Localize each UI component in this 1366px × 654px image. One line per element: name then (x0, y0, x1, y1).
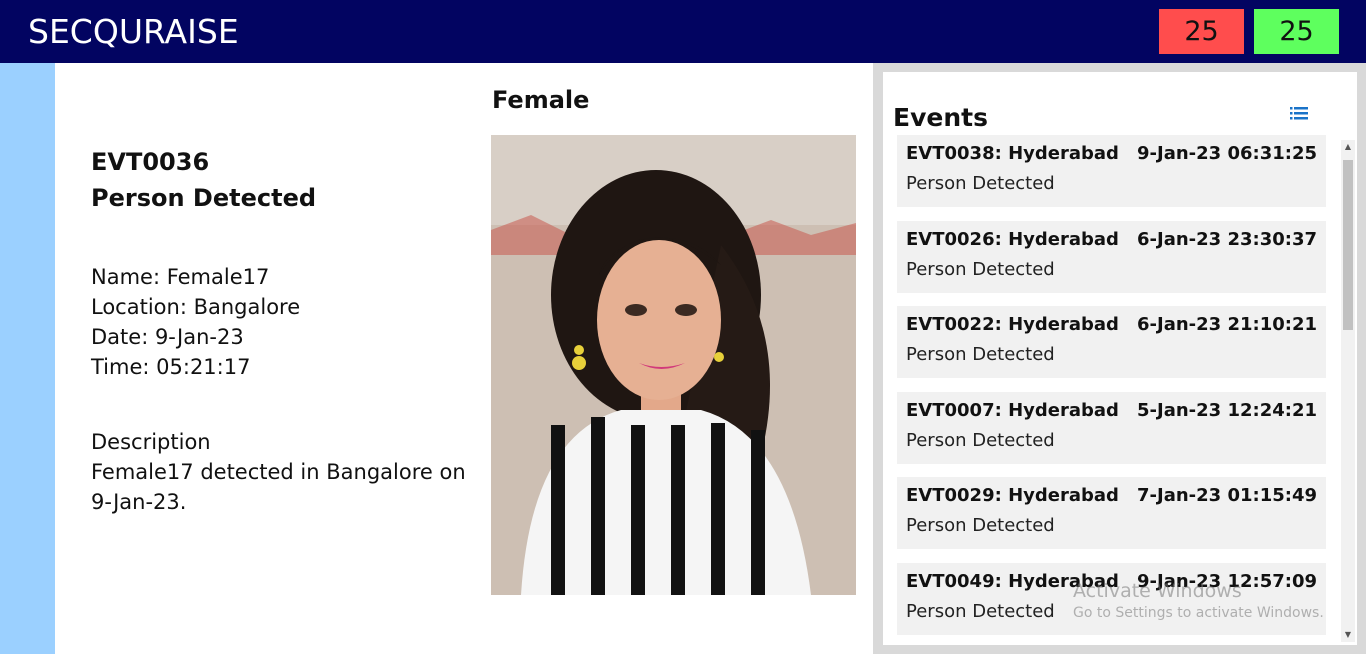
events-scrollbar[interactable]: ▲ ▼ (1341, 140, 1355, 642)
gender-label: Female (492, 86, 590, 114)
events-list: EVT0038: Hyderabad 9-Jan-23 06:31:25 Per… (897, 135, 1327, 635)
event-item-type: Person Detected (906, 344, 1055, 365)
event-type-heading: Person Detected (91, 184, 317, 212)
event-item-type: Person Detected (906, 259, 1055, 280)
event-list-item[interactable]: EVT0038: Hyderabad 9-Jan-23 06:31:25 Per… (897, 135, 1326, 207)
description-block: Description Female17 detected in Bangalo… (91, 427, 471, 517)
event-item-time: 9-Jan-23 06:31:25 (1137, 143, 1317, 164)
activate-windows-watermark: Activate Windows Go to Settings to activ… (1073, 580, 1324, 621)
events-card: Events EVT0038: Hyderabad 9-Jan-23 06:31… (883, 72, 1357, 645)
event-list-item[interactable]: EVT0022: Hyderabad 6-Jan-23 21:10:21 Per… (897, 306, 1326, 378)
event-item-time: 7-Jan-23 01:15:49 (1137, 485, 1317, 506)
person-photo (491, 135, 856, 595)
date-line: Date: 9-Jan-23 (91, 325, 244, 349)
green-count-badge[interactable]: 25 (1254, 9, 1339, 54)
event-item-time: 6-Jan-23 23:30:37 (1137, 229, 1317, 250)
events-pane: Events EVT0038: Hyderabad 9-Jan-23 06:31… (873, 63, 1366, 654)
chevron-up-icon[interactable]: ▲ (1341, 140, 1355, 154)
event-item-time: 5-Jan-23 12:24:21 (1137, 400, 1317, 421)
description-text: Female17 detected in Bangalore on 9-Jan-… (91, 460, 466, 514)
event-item-time: 6-Jan-23 21:10:21 (1137, 314, 1317, 335)
location-line: Location: Bangalore (91, 295, 301, 319)
events-title: Events (893, 103, 988, 132)
event-detail-panel: EVT0036 Person Detected Name: Female17 L… (55, 63, 873, 654)
brand-logo: SECQURAISE (28, 12, 239, 51)
time-line: Time: 05:21:17 (91, 355, 251, 379)
name-line: Name: Female17 (91, 265, 270, 289)
event-list-item[interactable]: EVT0026: Hyderabad 6-Jan-23 23:30:37 Per… (897, 221, 1326, 293)
event-item-type: Person Detected (906, 601, 1055, 622)
event-item-title: EVT0038: Hyderabad (906, 143, 1119, 164)
list-icon[interactable] (1290, 105, 1310, 121)
scrollbar-thumb[interactable] (1343, 160, 1353, 330)
left-sidebar-strip (0, 63, 55, 654)
event-id-heading: EVT0036 (91, 148, 210, 176)
event-item-type: Person Detected (906, 430, 1055, 451)
event-item-title: EVT0026: Hyderabad (906, 229, 1119, 250)
event-list-item[interactable]: EVT0007: Hyderabad 5-Jan-23 12:24:21 Per… (897, 392, 1326, 464)
event-list-item[interactable]: EVT0029: Hyderabad 7-Jan-23 01:15:49 Per… (897, 477, 1326, 549)
chevron-down-icon[interactable]: ▼ (1341, 628, 1355, 642)
watermark-title: Activate Windows (1073, 580, 1242, 602)
event-item-type: Person Detected (906, 173, 1055, 194)
watermark-subtitle: Go to Settings to activate Windows. (1073, 605, 1324, 621)
top-bar: SECQURAISE 25 25 (0, 0, 1366, 63)
description-label: Description (91, 430, 211, 454)
event-item-title: EVT0029: Hyderabad (906, 485, 1119, 506)
event-item-title: EVT0022: Hyderabad (906, 314, 1119, 335)
event-item-type: Person Detected (906, 515, 1055, 536)
red-count-badge[interactable]: 25 (1159, 9, 1244, 54)
person-photo-illustration (491, 135, 856, 595)
event-item-title: EVT0007: Hyderabad (906, 400, 1119, 421)
